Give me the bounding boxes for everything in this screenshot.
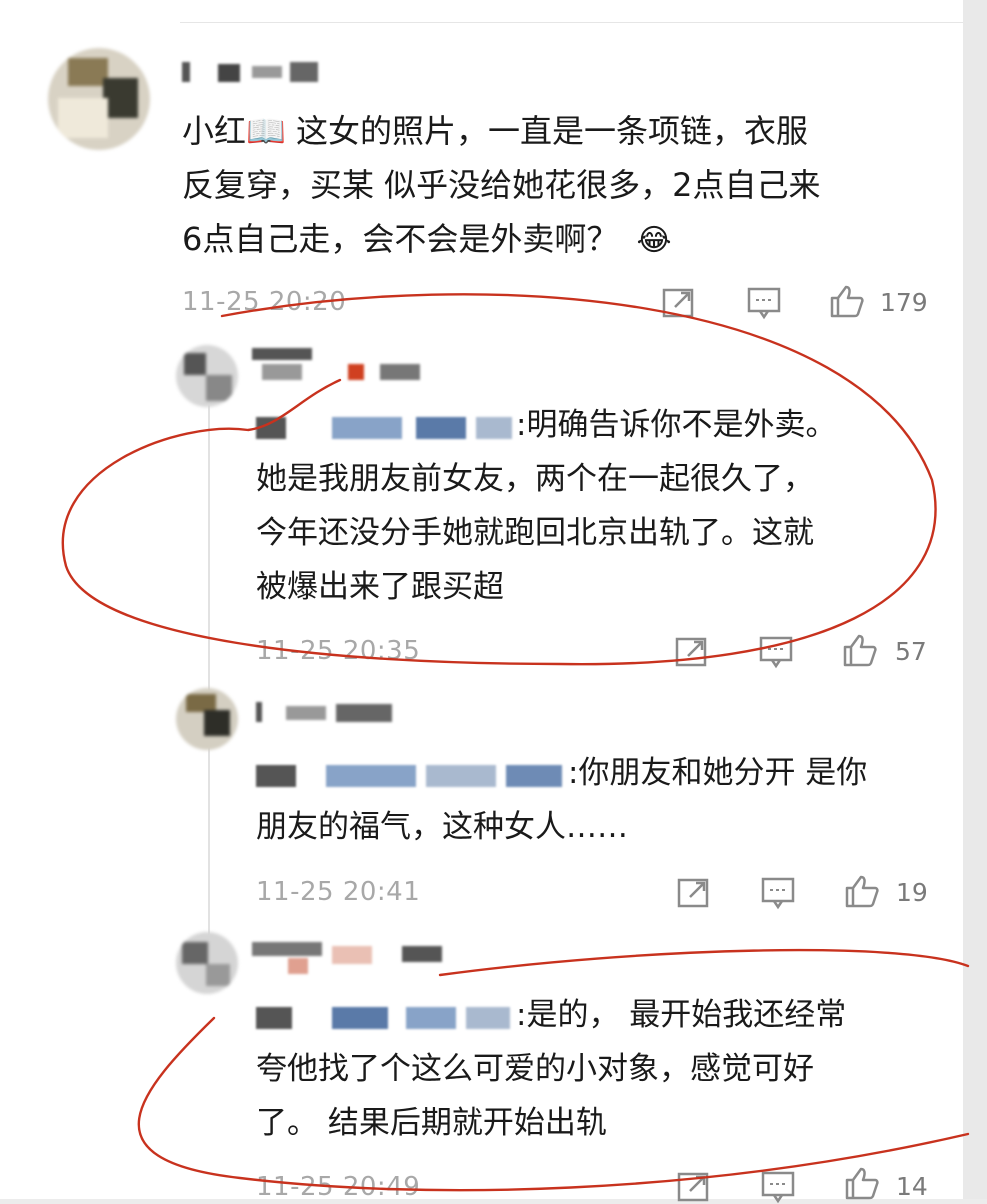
reply-text-line-3: 今年还没分手她就跑回北京出轨了。这就	[256, 515, 814, 551]
reply-text-line-1: :明确告诉你不是外卖。	[256, 398, 836, 452]
avatar[interactable]	[176, 932, 238, 994]
avatar[interactable]	[176, 345, 238, 407]
comment-text: 6点自己走，会不会是外卖啊？	[182, 220, 619, 258]
mention-blurred[interactable]	[256, 1003, 514, 1031]
reply-text-line-2: 夸他找了个这么可爱的小对象，感觉可好	[256, 1051, 814, 1087]
comment-icon[interactable]	[746, 286, 782, 320]
reply-text: :明确告诉你不是外卖。	[516, 407, 837, 443]
reply-text: :你朋友和她分开 是你	[568, 755, 868, 791]
comment-panel: 小红📖 这女的照片，一直是一条项链，衣服 反复穿，买某 似乎没给她花很多，2点自…	[0, 0, 963, 1204]
comment-text-line-1: 小红📖 这女的照片，一直是一条项链，衣服	[182, 112, 809, 150]
like-count: 19	[896, 878, 928, 907]
timestamp: 11-25 20:49	[256, 1172, 421, 1202]
reply-text-line-1: :是的， 最开始我还经常	[256, 988, 846, 1042]
share-icon[interactable]	[676, 876, 712, 910]
timestamp: 11-25 20:20	[182, 287, 347, 317]
username-blurred[interactable]	[256, 700, 396, 726]
thumb-up-icon[interactable]	[844, 874, 880, 908]
timestamp: 11-25 20:41	[256, 877, 421, 907]
reply-text: :是的， 最开始我还经常	[516, 997, 847, 1033]
username-blurred[interactable]	[182, 62, 322, 84]
laugh-cry-emoji-icon: 😂	[636, 223, 672, 258]
avatar[interactable]	[176, 688, 238, 750]
reply-text-line-3: 了。 结果后期就开始出轨	[256, 1105, 607, 1141]
like-count: 14	[896, 1172, 928, 1201]
like-count: 179	[880, 288, 928, 317]
comment-icon[interactable]	[758, 635, 794, 669]
reply-text-line-2: 朋友的福气，这种女人……	[256, 809, 628, 845]
mention-blurred[interactable]	[256, 413, 514, 441]
thumb-up-icon[interactable]	[829, 284, 865, 318]
username-blurred[interactable]	[252, 942, 452, 978]
scrollbar[interactable]	[963, 0, 987, 1199]
thumb-up-icon[interactable]	[844, 1166, 880, 1200]
comment-text-line-2: 反复穿，买某 似乎没给她花很多，2点自己来	[182, 166, 821, 204]
comment-icon[interactable]	[760, 876, 796, 910]
share-icon[interactable]	[674, 635, 710, 669]
mention-blurred[interactable]	[256, 761, 566, 789]
reply-text-line-4: 被爆出来了跟买超	[256, 569, 504, 605]
reply-text-line-2: 她是我朋友前女友，两个在一起很久了，	[256, 461, 814, 497]
avatar[interactable]	[48, 48, 150, 150]
reply-text-line-1: :你朋友和她分开 是你	[256, 746, 867, 800]
like-count: 57	[895, 637, 927, 666]
comment-text-line-3: 6点自己走，会不会是外卖啊？ 😂	[182, 212, 672, 268]
divider	[180, 22, 963, 23]
thread-line	[208, 400, 210, 960]
username-blurred[interactable]	[252, 348, 442, 384]
share-icon[interactable]	[661, 286, 697, 320]
thumb-up-icon[interactable]	[842, 633, 878, 667]
timestamp: 11-25 20:35	[256, 636, 421, 666]
